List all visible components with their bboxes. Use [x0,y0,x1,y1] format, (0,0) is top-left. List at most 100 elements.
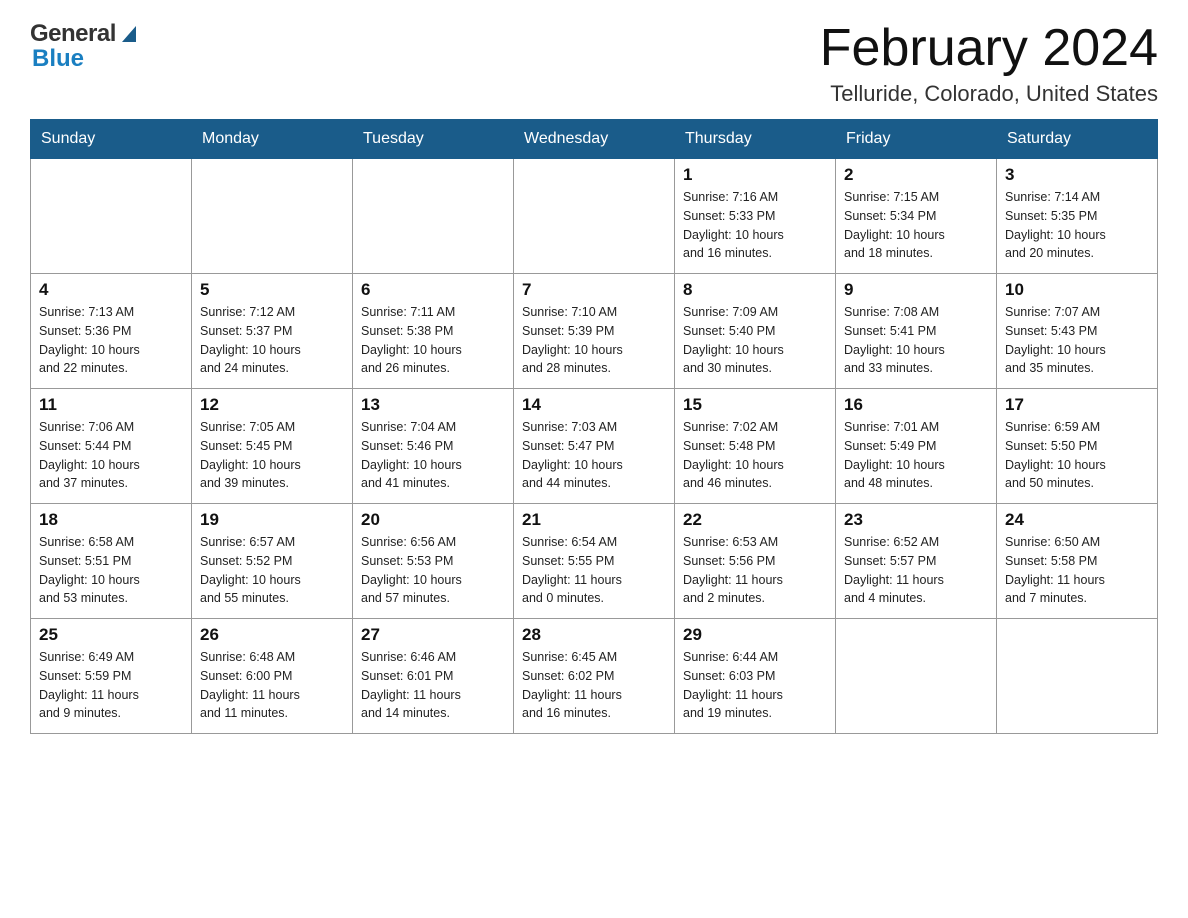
weekday-header-friday: Friday [836,120,997,159]
weekday-header-sunday: Sunday [31,120,192,159]
calendar-cell [997,619,1158,734]
day-number: 10 [1005,280,1149,300]
day-number: 23 [844,510,988,530]
weekday-header-saturday: Saturday [997,120,1158,159]
weekday-header-monday: Monday [192,120,353,159]
day-info: Sunrise: 6:57 AMSunset: 5:52 PMDaylight:… [200,533,344,608]
day-number: 29 [683,625,827,645]
location-title: Telluride, Colorado, United States [820,81,1158,107]
day-number: 6 [361,280,505,300]
day-number: 3 [1005,165,1149,185]
page-header: General Blue February 2024 Telluride, Co… [30,20,1158,107]
calendar-cell [31,159,192,274]
calendar-cell: 9 Sunrise: 7:08 AMSunset: 5:41 PMDaylight… [836,274,997,389]
calendar-cell [192,159,353,274]
calendar-cell: 14 Sunrise: 7:03 AMSunset: 5:47 PMDayligh… [514,389,675,504]
logo-general-text: General [30,20,116,48]
day-number: 7 [522,280,666,300]
calendar-cell: 21 Sunrise: 6:54 AMSunset: 5:55 PMDayligh… [514,504,675,619]
day-info: Sunrise: 7:08 AMSunset: 5:41 PMDaylight:… [844,303,988,378]
weekday-header-thursday: Thursday [675,120,836,159]
calendar-cell: 28 Sunrise: 6:45 AMSunset: 6:02 PMDayligh… [514,619,675,734]
day-number: 12 [200,395,344,415]
day-number: 2 [844,165,988,185]
day-number: 26 [200,625,344,645]
day-number: 20 [361,510,505,530]
weekday-header-tuesday: Tuesday [353,120,514,159]
day-info: Sunrise: 7:05 AMSunset: 5:45 PMDaylight:… [200,418,344,493]
day-info: Sunrise: 6:52 AMSunset: 5:57 PMDaylight:… [844,533,988,608]
calendar-cell [353,159,514,274]
calendar-cell: 27Sunrise: 6:46 AMSunset: 6:01 PMDayligh… [353,619,514,734]
calendar-week-row: 11 Sunrise: 7:06 AMSunset: 5:44 PMDayligh… [31,389,1158,504]
calendar-cell: 19 Sunrise: 6:57 AMSunset: 5:52 PMDayligh… [192,504,353,619]
calendar-cell [514,159,675,274]
day-number: 25 [39,625,183,645]
day-info: Sunrise: 7:16 AMSunset: 5:33 PMDaylight:… [683,188,827,263]
day-info: Sunrise: 7:13 AMSunset: 5:36 PMDaylight:… [39,303,183,378]
calendar-cell: 20Sunrise: 6:56 AMSunset: 5:53 PMDayligh… [353,504,514,619]
calendar-cell: 3 Sunrise: 7:14 AMSunset: 5:35 PMDaylight… [997,159,1158,274]
calendar-cell: 5 Sunrise: 7:12 AMSunset: 5:37 PMDaylight… [192,274,353,389]
calendar-cell: 7 Sunrise: 7:10 AMSunset: 5:39 PMDaylight… [514,274,675,389]
calendar-cell: 12 Sunrise: 7:05 AMSunset: 5:45 PMDayligh… [192,389,353,504]
calendar-week-row: 25 Sunrise: 6:49 AMSunset: 5:59 PMDayligh… [31,619,1158,734]
weekday-header-wednesday: Wednesday [514,120,675,159]
calendar-cell: 18Sunrise: 6:58 AMSunset: 5:51 PMDayligh… [31,504,192,619]
title-area: February 2024 Telluride, Colorado, Unite… [820,20,1158,107]
day-info: Sunrise: 7:06 AMSunset: 5:44 PMDaylight:… [39,418,183,493]
calendar-cell: 10 Sunrise: 7:07 AMSunset: 5:43 PMDayligh… [997,274,1158,389]
day-number: 21 [522,510,666,530]
day-info: Sunrise: 7:15 AMSunset: 5:34 PMDaylight:… [844,188,988,263]
day-info: Sunrise: 7:14 AMSunset: 5:35 PMDaylight:… [1005,188,1149,263]
day-info: Sunrise: 6:53 AMSunset: 5:56 PMDaylight:… [683,533,827,608]
day-info: Sunrise: 6:50 AMSunset: 5:58 PMDaylight:… [1005,533,1149,608]
calendar-cell: 17 Sunrise: 6:59 AMSunset: 5:50 PMDayligh… [997,389,1158,504]
calendar-cell: 11 Sunrise: 7:06 AMSunset: 5:44 PMDayligh… [31,389,192,504]
calendar-week-row: 1 Sunrise: 7:16 AMSunset: 5:33 PMDaylight… [31,159,1158,274]
day-info: Sunrise: 7:07 AMSunset: 5:43 PMDaylight:… [1005,303,1149,378]
day-number: 15 [683,395,827,415]
calendar-cell: 24Sunrise: 6:50 AMSunset: 5:58 PMDayligh… [997,504,1158,619]
day-number: 1 [683,165,827,185]
day-info: Sunrise: 6:44 AMSunset: 6:03 PMDaylight:… [683,648,827,723]
calendar-cell: 16 Sunrise: 7:01 AMSunset: 5:49 PMDayligh… [836,389,997,504]
day-info: Sunrise: 6:59 AMSunset: 5:50 PMDaylight:… [1005,418,1149,493]
day-info: Sunrise: 7:02 AMSunset: 5:48 PMDaylight:… [683,418,827,493]
day-info: Sunrise: 7:03 AMSunset: 5:47 PMDaylight:… [522,418,666,493]
day-number: 17 [1005,395,1149,415]
calendar-cell [836,619,997,734]
calendar-cell: 13Sunrise: 7:04 AMSunset: 5:46 PMDayligh… [353,389,514,504]
calendar-cell: 15 Sunrise: 7:02 AMSunset: 5:48 PMDayligh… [675,389,836,504]
calendar-cell: 8Sunrise: 7:09 AMSunset: 5:40 PMDaylight… [675,274,836,389]
day-info: Sunrise: 7:12 AMSunset: 5:37 PMDaylight:… [200,303,344,378]
calendar-cell: 4 Sunrise: 7:13 AMSunset: 5:36 PMDaylight… [31,274,192,389]
weekday-header-row: SundayMondayTuesdayWednesdayThursdayFrid… [31,120,1158,159]
day-number: 9 [844,280,988,300]
calendar-cell: 22Sunrise: 6:53 AMSunset: 5:56 PMDayligh… [675,504,836,619]
logo-triangle-icon [118,22,140,44]
day-number: 27 [361,625,505,645]
day-info: Sunrise: 7:01 AMSunset: 5:49 PMDaylight:… [844,418,988,493]
day-number: 13 [361,395,505,415]
calendar-cell: 6 Sunrise: 7:11 AMSunset: 5:38 PMDaylight… [353,274,514,389]
calendar-cell: 2 Sunrise: 7:15 AMSunset: 5:34 PMDaylight… [836,159,997,274]
day-info: Sunrise: 7:11 AMSunset: 5:38 PMDaylight:… [361,303,505,378]
logo-blue-text: Blue [32,45,84,73]
day-number: 5 [200,280,344,300]
day-info: Sunrise: 6:58 AMSunset: 5:51 PMDaylight:… [39,533,183,608]
logo: General Blue [30,20,140,73]
day-number: 19 [200,510,344,530]
day-number: 4 [39,280,183,300]
day-info: Sunrise: 6:45 AMSunset: 6:02 PMDaylight:… [522,648,666,723]
calendar-cell: 29 Sunrise: 6:44 AMSunset: 6:03 PMDayligh… [675,619,836,734]
day-number: 11 [39,395,183,415]
calendar-week-row: 18Sunrise: 6:58 AMSunset: 5:51 PMDayligh… [31,504,1158,619]
month-title: February 2024 [820,20,1158,77]
day-number: 16 [844,395,988,415]
day-info: Sunrise: 6:54 AMSunset: 5:55 PMDaylight:… [522,533,666,608]
day-info: Sunrise: 7:10 AMSunset: 5:39 PMDaylight:… [522,303,666,378]
day-number: 28 [522,625,666,645]
day-number: 14 [522,395,666,415]
day-info: Sunrise: 6:49 AMSunset: 5:59 PMDaylight:… [39,648,183,723]
